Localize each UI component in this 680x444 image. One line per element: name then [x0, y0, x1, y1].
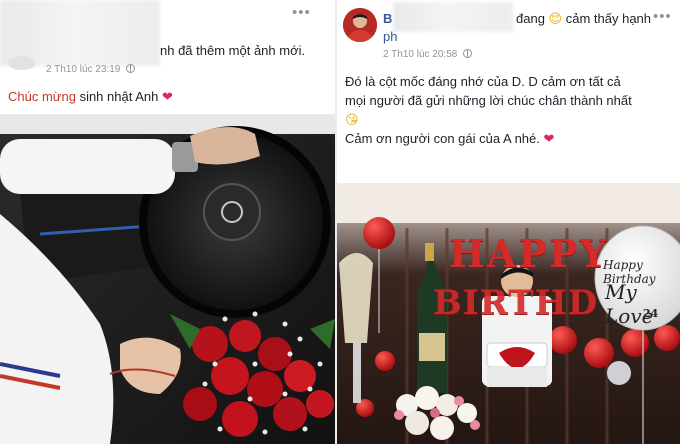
post-body-line: Cảm ơn người con gái của A nhé. ❤	[345, 129, 677, 148]
balloon-my-love: My Love	[605, 280, 654, 328]
feeling-text: cảm thấy hạnh	[565, 11, 652, 26]
right-post: B đang 😊 cảm thấy hạnh ph ••• 2 Th10 lúc…	[337, 0, 680, 444]
birthday-balloon-letters: BIRTHD	[433, 283, 599, 323]
poster-name-continued[interactable]: ph	[383, 27, 397, 46]
more-options-icon[interactable]: •••	[292, 4, 311, 21]
more-options-icon[interactable]: •••	[653, 8, 672, 25]
balloon-age: 24	[643, 307, 659, 320]
post-action-text: nh đã thêm một ảnh mới.	[160, 43, 306, 58]
status-line: đang 😊 cảm thấy hạnh	[516, 9, 651, 28]
kiss-emoji-icon: 😘	[345, 112, 359, 127]
avatar[interactable]	[343, 8, 377, 42]
avatar[interactable]	[8, 56, 36, 70]
post-body-text: Cảm ơn người con gái của A nhé.	[345, 131, 540, 146]
redacted-name	[393, 2, 513, 32]
post-body-line: mọi người đã gửi những lời chúc chân thà…	[345, 91, 677, 110]
happy-balloon-letters: HAPPY	[449, 231, 609, 276]
timestamp-text[interactable]: 2 Th10 lúc 20:58	[383, 49, 457, 60]
post-body-line: Đó là cột mốc đáng nhớ của D. D cảm ơn t…	[345, 74, 621, 89]
poster-name[interactable]: B	[383, 9, 392, 28]
post-photo[interactable]: HAPPY BIRTHD Happy Birthday My Love 24	[337, 183, 680, 444]
post-photo[interactable]	[0, 114, 336, 444]
status-text: đang	[516, 11, 545, 26]
hashtag-link[interactable]: Chúc mừng	[8, 89, 76, 104]
smile-emoji-icon: 😊	[548, 11, 563, 26]
globe-icon	[463, 49, 473, 58]
post-body-text: sinh nhật Anh	[75, 89, 159, 104]
timestamp-text[interactable]: 2 Th10 lúc 23:19	[46, 64, 120, 75]
post-timestamp[interactable]: 2 Th10 lúc 20:58	[383, 49, 473, 60]
post-body-text: mọi người đã gửi những lời chúc chân thà…	[345, 93, 632, 108]
post-timestamp[interactable]: 2 Th10 lúc 23:19	[46, 64, 136, 75]
car-interior-photo	[0, 114, 336, 444]
post-body: Chúc mừng sinh nhật Anh ❤	[8, 87, 173, 106]
globe-icon	[126, 64, 136, 73]
avatar-photo	[343, 8, 377, 42]
left-post: ••• nh đã thêm một ảnh mới. 2 Th10 lúc 2…	[0, 0, 336, 444]
post-body: Đó là cột mốc đáng nhớ của D. D cảm ơn t…	[345, 72, 677, 148]
heart-icon: ❤	[543, 131, 555, 146]
heart-icon: ❤	[161, 89, 173, 104]
